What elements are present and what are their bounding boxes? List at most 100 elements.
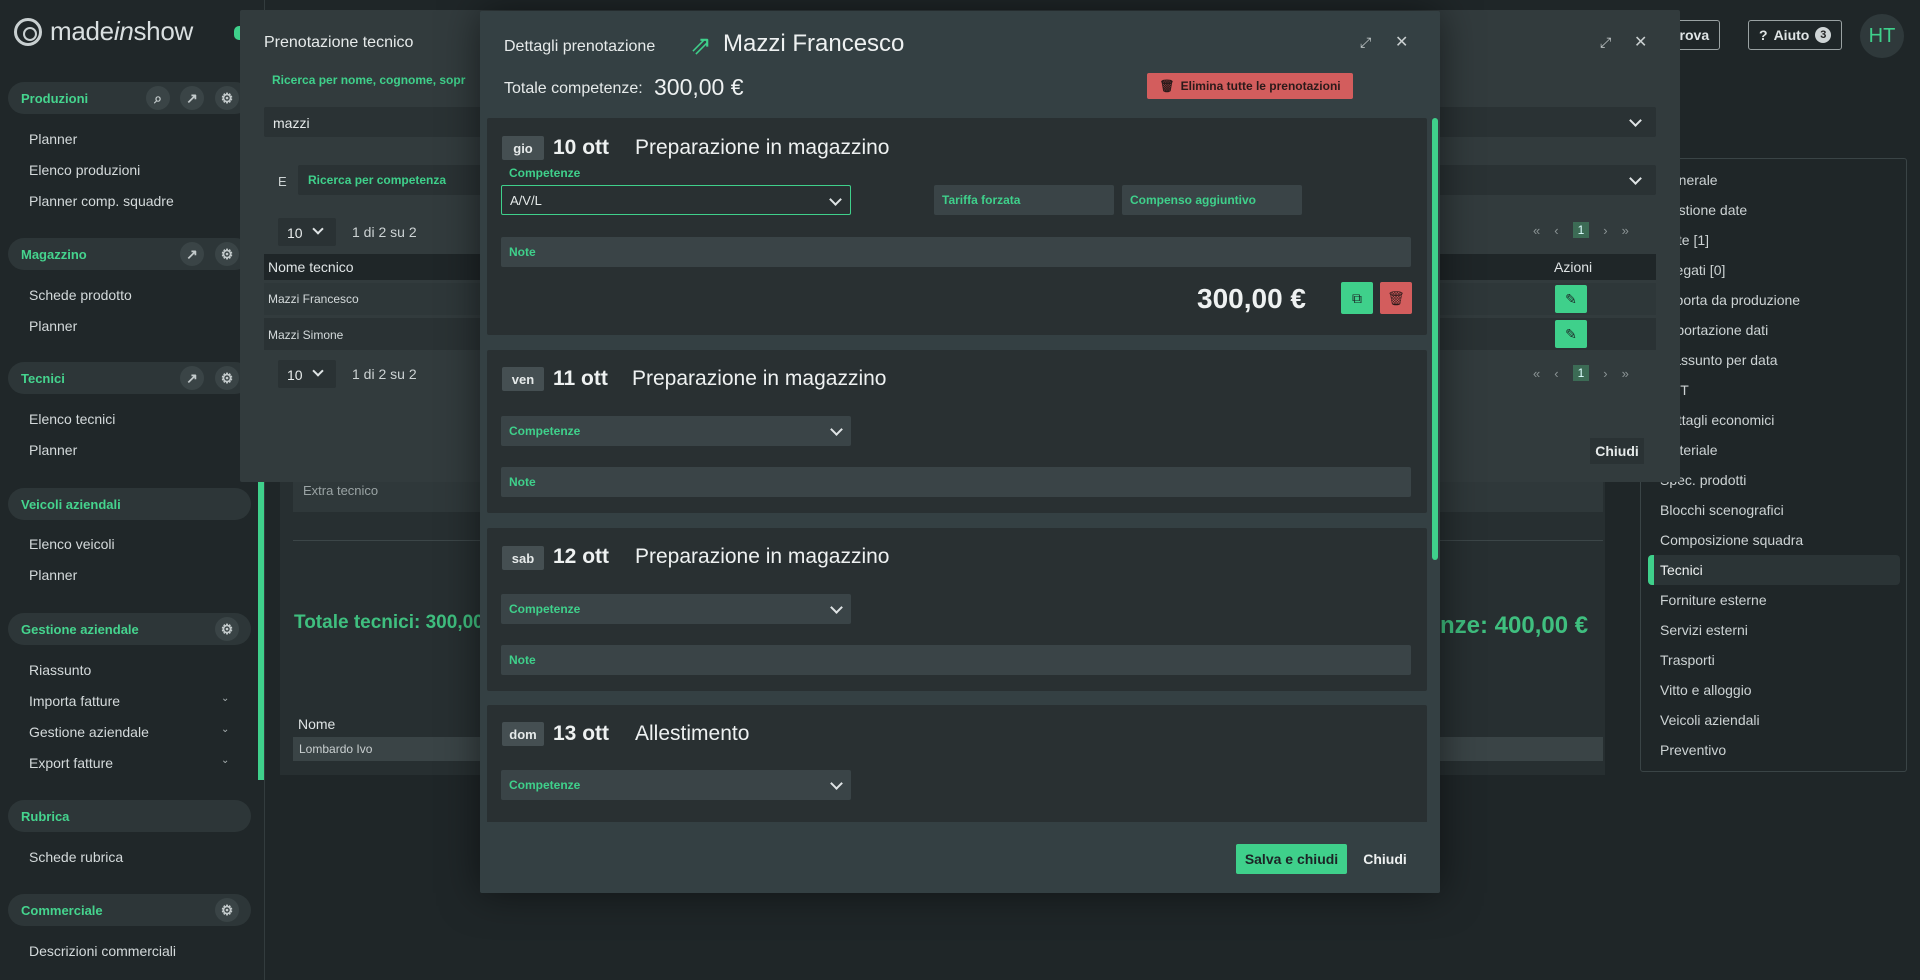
nav-planner-comp-squadre[interactable]: Planner comp. squadre (29, 193, 174, 209)
last-page-icon[interactable]: » (1622, 366, 1629, 381)
nav-elenco-tecnici[interactable]: Elenco tecnici (29, 411, 115, 427)
page-size-select-bottom[interactable]: 10 (278, 360, 336, 388)
gear-icon[interactable]: ⚙ (215, 898, 239, 922)
nav-schede-prodotto[interactable]: Schede prodotto (29, 287, 132, 303)
section-gestione-aziendale[interactable]: Gestione aziendale ⚙ (8, 613, 251, 645)
right-menu-blocchi[interactable]: Blocchi scenografici (1660, 502, 1784, 518)
modal1-close-button[interactable]: Chiudi (1590, 438, 1644, 464)
page-size-select[interactable]: 10 (278, 218, 336, 246)
page-number[interactable]: 1 (1572, 222, 1590, 238)
nav-descrizioni-commerciali[interactable]: Descrizioni commerciali (29, 943, 176, 959)
first-page-icon[interactable]: « (1533, 223, 1540, 238)
modal2-close-button[interactable]: Chiudi (1355, 844, 1415, 874)
total-value: 300,00 € (654, 74, 744, 100)
nav-importa-fatture[interactable]: Importa fatture ⌄ (29, 693, 234, 709)
trash-icon: 🗑 (1159, 79, 1175, 93)
section-produzioni[interactable]: Produzioni ⌕ ↗ ⚙ (8, 82, 251, 114)
gear-icon[interactable]: ⚙ (215, 86, 239, 110)
chart-icon[interactable]: ↗ (180, 242, 204, 266)
competenze-label: Competenze (509, 166, 581, 180)
nav-export-fatture[interactable]: Export fatture ⌄ (29, 755, 234, 771)
total-label: Totale competenze: (504, 80, 643, 97)
section-commerciale[interactable]: Commerciale ⚙ (8, 894, 251, 926)
close-icon[interactable]: ✕ (1634, 32, 1647, 52)
external-link-icon[interactable]: ⇗ (690, 30, 712, 61)
avatar[interactable]: HT (1860, 14, 1904, 58)
app-logo[interactable]: madeinshow (14, 16, 193, 47)
gear-icon[interactable]: ⚙ (215, 366, 239, 390)
nav-planner-veicoli[interactable]: Planner (29, 567, 77, 583)
edit-icon[interactable]: ✎ (1555, 285, 1587, 313)
person-name: Mazzi Francesco (723, 30, 905, 57)
first-page-icon[interactable]: « (1533, 366, 1540, 381)
delete-all-button[interactable]: 🗑 Elimina tutte le prenotazioni (1147, 73, 1353, 99)
day-card: gio 10 ott Preparazione in magazzino Com… (487, 118, 1427, 335)
gear-icon[interactable]: ⚙ (215, 242, 239, 266)
competenze-select[interactable]: A/V/L (501, 185, 851, 215)
nav-planner-magazzino[interactable]: Planner (29, 318, 77, 334)
right-menu-importa[interactable]: Importa da produzione (1660, 292, 1800, 308)
page-info: 1 di 2 su 2 (352, 224, 417, 240)
expand-icon[interactable]: ⤢ (1360, 34, 1371, 51)
compenso-aggiuntivo-input[interactable]: Compenso aggiuntivo (1122, 185, 1302, 215)
close-icon[interactable]: ✕ (1395, 32, 1408, 52)
tariffa-forzata-input[interactable]: Tariffa forzata (934, 185, 1114, 215)
right-menu-vitto[interactable]: Vitto e alloggio (1660, 682, 1752, 698)
last-page-icon[interactable]: » (1622, 223, 1629, 238)
right-menu-trasporti[interactable]: Trasporti (1660, 652, 1715, 668)
right-menu-veicoli[interactable]: Veicoli aziendali (1660, 712, 1760, 728)
edit-icon[interactable]: ✎ (1555, 320, 1587, 348)
section-rubrica[interactable]: Rubrica (8, 800, 251, 832)
help-icon: ? (1759, 27, 1768, 43)
next-page-icon[interactable]: › (1603, 223, 1607, 238)
section-magazzino[interactable]: Magazzino ↗ ⚙ (8, 238, 251, 270)
chevron-down-icon: ⌄ (221, 693, 230, 704)
scrollbar[interactable] (1432, 118, 1438, 560)
day-date: 11 ott (553, 367, 608, 390)
day-date: 10 ott (553, 136, 610, 159)
nav-planner-tecnici[interactable]: Planner (29, 442, 77, 458)
nav-elenco-produzioni[interactable]: Elenco produzioni (29, 162, 140, 178)
trash-icon[interactable]: 🗑 (1380, 282, 1412, 314)
nav-schede-rubrica[interactable]: Schede rubrica (29, 849, 123, 865)
section-accent (258, 440, 264, 780)
pagination-bottom: « ‹ 1 › » (1533, 365, 1629, 381)
right-menu-servizi[interactable]: Servizi esterni (1660, 622, 1748, 638)
right-menu-tecnici[interactable]: Tecnici (1660, 562, 1703, 578)
nav-riassunto[interactable]: Riassunto (29, 662, 91, 678)
chart-icon[interactable]: ↗ (180, 86, 204, 110)
right-menu-forniture[interactable]: Forniture esterne (1660, 592, 1767, 608)
copy-icon[interactable]: ⧉ (1341, 282, 1373, 314)
nav-planner[interactable]: Planner (29, 131, 77, 147)
logic-operator[interactable]: E (278, 174, 287, 189)
chevron-down-icon (830, 423, 843, 436)
chart-icon[interactable]: ↗ (180, 366, 204, 390)
day-badge: ven (502, 367, 544, 391)
right-menu-composizione[interactable]: Composizione squadra (1660, 532, 1803, 548)
search-icon[interactable]: ⌕ (146, 86, 170, 110)
note-input[interactable]: Note (501, 645, 1411, 675)
note-input[interactable]: Note (501, 237, 1411, 267)
nav-gestione-aziendale[interactable]: Gestione aziendale ⌄ (29, 724, 234, 740)
section-tecnici[interactable]: Tecnici ↗ ⚙ (8, 362, 251, 394)
col-nome[interactable]: Nome (298, 716, 335, 732)
note-input[interactable]: Note (501, 467, 1411, 497)
nav-elenco-veicoli[interactable]: Elenco veicoli (29, 536, 115, 552)
prev-page-icon[interactable]: ‹ (1554, 223, 1558, 238)
save-and-close-button[interactable]: Salva e chiudi (1236, 844, 1347, 874)
expand-icon[interactable]: ⤢ (1600, 34, 1611, 51)
gear-icon[interactable]: ⚙ (215, 617, 239, 641)
chevron-down-icon (312, 365, 324, 377)
next-page-icon[interactable]: › (1603, 366, 1607, 381)
right-menu-preventivo[interactable]: Preventivo (1660, 742, 1726, 758)
section-veicoli[interactable]: Veicoli aziendali (8, 488, 251, 520)
competenze-select[interactable]: Competenze (501, 594, 851, 624)
competenze-select[interactable]: Competenze (501, 416, 851, 446)
help-button[interactable]: ? Aiuto 3 (1748, 20, 1843, 50)
prev-page-icon[interactable]: ‹ (1554, 366, 1558, 381)
competenze-select[interactable]: Competenze (501, 770, 851, 800)
page-number[interactable]: 1 (1572, 365, 1590, 381)
day-badge: sab (502, 546, 544, 570)
day-title: Preparazione in magazzino (635, 136, 890, 159)
day-title: Preparazione in magazzino (632, 367, 887, 390)
